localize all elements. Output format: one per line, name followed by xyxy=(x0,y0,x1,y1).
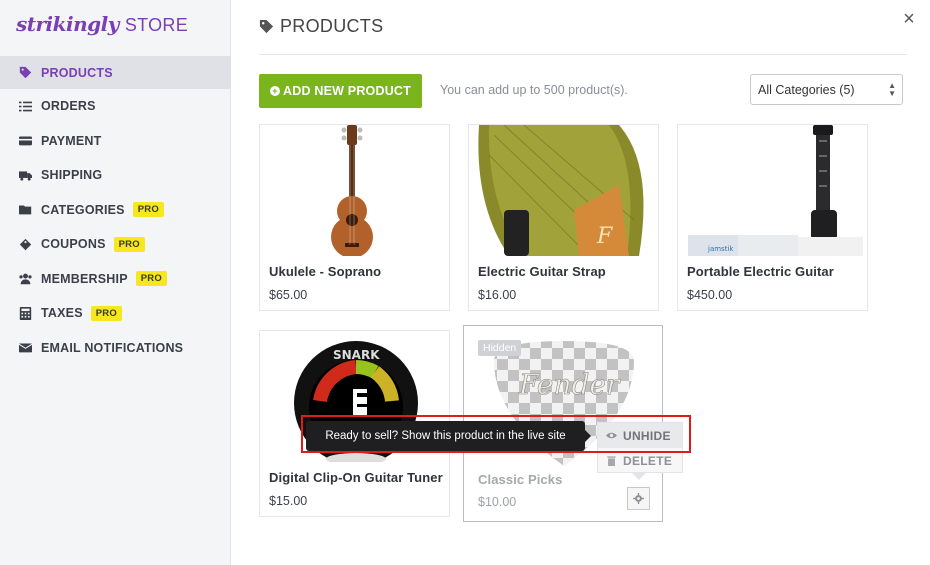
sidebar-item-email-notifications[interactable]: EMAIL NOTIFICATIONS xyxy=(0,331,231,366)
svg-text:jamstik: jamstik xyxy=(707,245,734,253)
sidebar-item-categories[interactable]: CATEGORIES PRO xyxy=(0,193,231,228)
product-price: $15.00 xyxy=(269,494,308,508)
tuner-brand-text: SNARK xyxy=(333,348,380,362)
plus-circle-icon: + xyxy=(270,86,280,96)
add-new-product-button[interactable]: + ADD NEW PRODUCT xyxy=(259,74,422,108)
pro-badge: PRO xyxy=(135,271,167,287)
sidebar-item-label: MEMBERSHIP xyxy=(41,271,128,286)
select-arrows-icon: ▲ ▼ xyxy=(888,81,896,98)
logo-store: STORE xyxy=(124,15,189,35)
product-price: $10.00 xyxy=(478,495,517,509)
svg-text:F: F xyxy=(596,224,613,249)
product-price: $450.00 xyxy=(687,288,733,302)
menu-caret xyxy=(632,473,646,480)
product-price: $65.00 xyxy=(269,288,308,302)
product-card[interactable]: Ukulele - Soprano $65.00 xyxy=(259,124,450,311)
ticket-icon xyxy=(18,237,32,251)
calculator-icon xyxy=(18,306,32,320)
product-card[interactable]: F Electric Guitar Strap $16.00 xyxy=(468,124,659,311)
credit-card-icon xyxy=(18,134,32,148)
envelope-icon xyxy=(18,341,32,355)
guitar-strap-image: F xyxy=(469,125,658,256)
sidebar-nav: PRODUCTS ORDERS PAYMENT SHIPPING CATEGOR… xyxy=(0,56,231,365)
sidebar-item-label: EMAIL NOTIFICATIONS xyxy=(41,340,184,355)
product-name: Electric Guitar Strap xyxy=(478,264,606,279)
product-name: Ukulele - Soprano xyxy=(269,264,382,279)
list-icon xyxy=(18,99,32,113)
pro-badge: PRO xyxy=(90,305,122,321)
tag-icon xyxy=(259,19,274,34)
pro-badge: PRO xyxy=(132,202,164,218)
sidebar-item-shipping[interactable]: SHIPPING xyxy=(0,158,231,193)
product-name: Classic Picks xyxy=(478,472,563,487)
product-card[interactable]: jamstik Portable Electric Guitar $450.00 xyxy=(677,124,868,311)
product-settings-button[interactable] xyxy=(627,487,650,510)
sidebar-item-label: TAXES xyxy=(41,306,83,321)
add-new-product-label: ADD NEW PRODUCT xyxy=(283,84,411,98)
product-name: Portable Electric Guitar xyxy=(687,264,834,279)
ukulele-image xyxy=(260,125,449,256)
sidebar-item-label: ORDERS xyxy=(41,99,96,114)
logo[interactable]: strikingly STORE xyxy=(16,12,188,40)
close-icon[interactable]: × xyxy=(899,8,919,30)
users-icon xyxy=(18,272,32,286)
category-select[interactable]: All Categories (5) ▲ ▼ xyxy=(750,74,903,105)
product-price: $16.00 xyxy=(478,288,517,302)
sidebar-item-label: PAYMENT xyxy=(41,133,102,148)
highlight-box xyxy=(301,415,691,453)
sidebar-item-label: CATEGORIES xyxy=(41,202,125,217)
sidebar-item-orders[interactable]: ORDERS xyxy=(0,89,231,124)
category-select-value: All Categories (5) xyxy=(758,82,855,97)
delete-label: DELETE xyxy=(623,453,673,468)
sidebar-item-label: PRODUCTS xyxy=(41,65,113,80)
folder-icon xyxy=(18,203,32,217)
sidebar: strikingly STORE PRODUCTS ORDERS PAYMENT xyxy=(0,0,231,565)
product-name: Digital Clip-On Guitar Tuner xyxy=(269,470,443,485)
sidebar-item-label: COUPONS xyxy=(41,237,106,252)
trash-icon xyxy=(607,456,616,466)
logo-word: strikingly xyxy=(16,12,119,36)
pro-badge: PRO xyxy=(113,236,145,252)
sidebar-item-coupons[interactable]: COUPONS PRO xyxy=(0,227,231,262)
portable-guitar-image: jamstik xyxy=(678,125,867,256)
page-title: PRODUCTS xyxy=(259,16,383,37)
product-limit-hint: You can add up to 500 product(s). xyxy=(440,83,628,97)
sidebar-item-membership[interactable]: MEMBERSHIP PRO xyxy=(0,262,231,297)
sidebar-item-taxes[interactable]: TAXES PRO xyxy=(0,296,231,331)
sidebar-item-label: SHIPPING xyxy=(41,168,103,183)
sidebar-item-products[interactable]: PRODUCTS xyxy=(0,56,231,89)
divider xyxy=(259,54,907,55)
gear-icon xyxy=(633,493,644,504)
hidden-badge: Hidden xyxy=(478,340,522,356)
truck-icon xyxy=(18,168,32,182)
pick-brand-text: Fender xyxy=(518,368,621,401)
sidebar-item-payment[interactable]: PAYMENT xyxy=(0,124,231,159)
tag-icon xyxy=(18,66,32,80)
page-title-text: PRODUCTS xyxy=(280,16,384,36)
